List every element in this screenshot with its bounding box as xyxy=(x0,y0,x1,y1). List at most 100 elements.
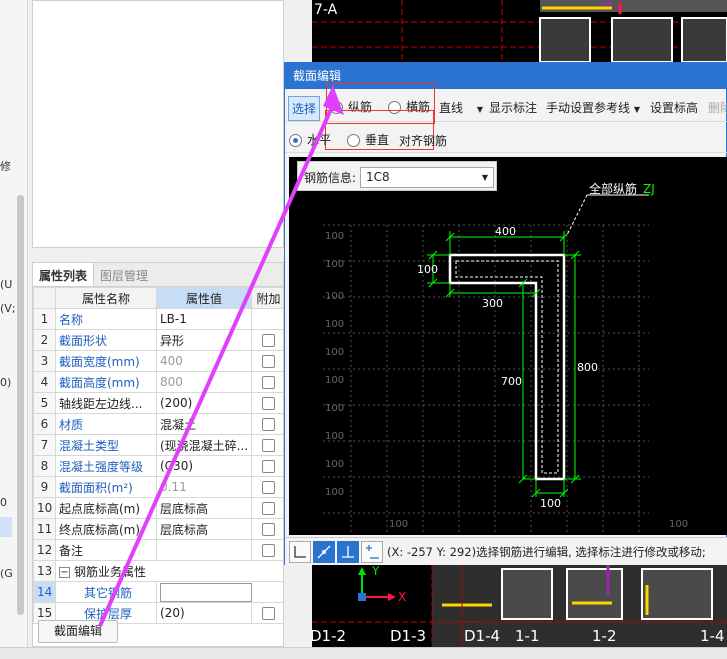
table-row[interactable]: 9 截面面积(m²) 0.11 xyxy=(33,476,283,498)
drawing-canvas-top[interactable]: 7-A xyxy=(312,0,727,62)
radio-vertical[interactable]: 垂直 xyxy=(347,131,389,148)
table-row[interactable]: 5 轴线距左边线... (200) xyxy=(33,392,283,414)
table-row[interactable]: 12 备注 xyxy=(33,539,283,561)
grid-label: 100 xyxy=(325,259,344,270)
property-value[interactable]: (200) xyxy=(156,392,252,414)
rebar-info-select[interactable]: 1C8 ▼ xyxy=(360,167,494,188)
table-row[interactable]: 11 终点底标高(m) 层底标高 xyxy=(33,518,283,540)
value-edit-box[interactable] xyxy=(160,582,252,602)
set-elevation-button[interactable]: 设置标高 xyxy=(650,99,698,116)
checkbox[interactable] xyxy=(262,334,275,347)
additional-checkbox-cell[interactable] xyxy=(251,371,283,393)
property-value[interactable]: 400 xyxy=(156,350,252,372)
group-row-label[interactable]: − 钢筋业务属性 xyxy=(55,560,283,582)
dimension-inner[interactable]: 300 xyxy=(482,297,503,310)
properties-table: 属性名称 属性值 附加 1 名称 LB-1 2 截面形状 异形 3 截面宽度(mm) 400 4 截… xyxy=(33,287,283,624)
checkbox[interactable] xyxy=(262,439,275,452)
line-dropdown[interactable]: 直线 ▼ xyxy=(439,99,483,116)
property-name: 截面形状 xyxy=(55,329,157,351)
tab-property-list[interactable]: 属性列表 xyxy=(33,263,95,286)
checkbox[interactable] xyxy=(262,502,275,515)
checkbox[interactable] xyxy=(262,418,275,431)
checkbox[interactable] xyxy=(262,460,275,473)
perpendicular-snap-icon[interactable] xyxy=(337,541,359,563)
additional-checkbox-cell[interactable] xyxy=(251,434,283,456)
grid-label: 100 xyxy=(325,403,344,414)
property-value[interactable]: 层底标高 xyxy=(156,497,252,519)
property-value[interactable]: (20) xyxy=(156,602,252,624)
ortho-mode-icon[interactable] xyxy=(289,541,311,563)
additional-checkbox-cell[interactable] xyxy=(251,413,283,435)
strip-fragment: (U xyxy=(0,278,13,291)
strip-fragment: 0) xyxy=(0,376,12,389)
table-row[interactable]: 6 材质 混凝土 xyxy=(33,413,283,435)
manual-reference-line-dropdown[interactable]: 手动设置参考线 ▼ xyxy=(546,99,640,116)
dimension-middle[interactable]: 700 xyxy=(501,375,522,388)
axis-x-label: X xyxy=(398,590,406,604)
dimension-bottom[interactable]: 100 xyxy=(540,497,561,510)
property-value[interactable]: 混凝土 xyxy=(156,413,252,435)
additional-checkbox-cell[interactable] xyxy=(251,539,283,561)
table-row[interactable]: 7 混凝土类型 (现浇混凝土碎... xyxy=(33,434,283,456)
property-value[interactable] xyxy=(156,539,252,561)
select-button[interactable]: 选择 xyxy=(288,96,321,121)
section-drawing: 100 100 100 100 100 100 100 100 100 100 … xyxy=(323,181,688,535)
checkbox[interactable] xyxy=(262,544,275,557)
property-value[interactable]: (C30) xyxy=(156,455,252,477)
show-dimension-button[interactable]: 显示标注 xyxy=(489,99,537,116)
property-value[interactable]: (现浇混凝土碎... xyxy=(156,434,252,456)
table-row[interactable]: 8 混凝土强度等级 (C30) xyxy=(33,455,283,477)
property-value[interactable]: LB-1 xyxy=(156,308,252,330)
section-edit-button[interactable]: 截面编辑 xyxy=(38,620,118,643)
all-long-bars-label[interactable]: 全部纵筋 xyxy=(589,181,637,196)
checkbox[interactable] xyxy=(262,523,275,536)
property-value[interactable]: 异形 xyxy=(156,329,252,351)
table-row[interactable]: 1 名称 LB-1 xyxy=(33,308,283,330)
section-drawing-area[interactable]: 100 100 100 100 100 100 100 100 100 100 … xyxy=(289,157,727,535)
snap-mode-icon[interactable] xyxy=(313,541,335,563)
section-outline[interactable] xyxy=(448,253,566,481)
property-value[interactable]: 0.11 xyxy=(156,476,252,498)
additional-checkbox-cell[interactable] xyxy=(251,602,283,624)
dimension-top[interactable]: 400 xyxy=(495,225,516,238)
additional-checkbox-cell[interactable] xyxy=(251,476,283,498)
additional-checkbox-cell[interactable] xyxy=(251,308,283,330)
delete-button[interactable]: 删除 xyxy=(708,99,727,116)
dialog-title[interactable]: 截面编辑 xyxy=(285,63,726,89)
property-value-editor[interactable] xyxy=(156,581,283,603)
strip-scrollbar[interactable] xyxy=(17,195,24,615)
table-row[interactable]: 10 起点底标高(m) 层底标高 xyxy=(33,497,283,519)
checkbox[interactable] xyxy=(262,607,275,620)
additional-checkbox-cell[interactable] xyxy=(251,455,283,477)
checkbox[interactable] xyxy=(262,376,275,389)
header-property-name: 属性名称 xyxy=(55,287,157,309)
drawing-canvas-bottom[interactable]: Y X D1-2 D1-3 D1-4 1-1 1-2 1-4 xyxy=(312,565,727,647)
additional-checkbox-cell[interactable] xyxy=(251,329,283,351)
additional-checkbox-cell[interactable] xyxy=(251,497,283,519)
additional-checkbox-cell[interactable] xyxy=(251,392,283,414)
table-row[interactable]: 2 截面形状 异形 xyxy=(33,329,283,351)
collapse-icon[interactable]: − xyxy=(59,566,70,578)
table-row[interactable]: 4 截面高度(mm) 800 xyxy=(33,371,283,393)
dimension-right[interactable]: 800 xyxy=(577,361,598,374)
additional-checkbox-cell[interactable] xyxy=(251,518,283,540)
align-rebar-button[interactable]: 对齐钢筋 xyxy=(399,132,447,149)
dimension-left[interactable]: 100 xyxy=(417,263,438,276)
manual-reference-label: 手动设置参考线 xyxy=(546,101,631,115)
table-row[interactable]: 13 − 钢筋业务属性 xyxy=(33,560,283,582)
coordinate-input-icon[interactable] xyxy=(361,541,383,563)
axis-label: 1-4 xyxy=(700,627,725,645)
all-long-bars-tag[interactable]: ZJ xyxy=(643,182,655,196)
radio-horizontal[interactable]: 水平 xyxy=(289,131,331,148)
property-name: 其它钢筋 xyxy=(55,581,157,603)
checkbox[interactable] xyxy=(262,397,275,410)
property-value[interactable]: 层底标高 xyxy=(156,518,252,540)
tab-layer-management[interactable]: 图层管理 xyxy=(94,263,154,286)
table-row[interactable]: 14 其它钢筋 xyxy=(33,581,283,603)
checkbox[interactable] xyxy=(262,481,275,494)
property-value[interactable]: 800 xyxy=(156,371,252,393)
checkbox[interactable] xyxy=(262,355,275,368)
additional-checkbox-cell[interactable] xyxy=(251,350,283,372)
strip-selected-item[interactable] xyxy=(0,517,12,537)
table-row[interactable]: 3 截面宽度(mm) 400 xyxy=(33,350,283,372)
